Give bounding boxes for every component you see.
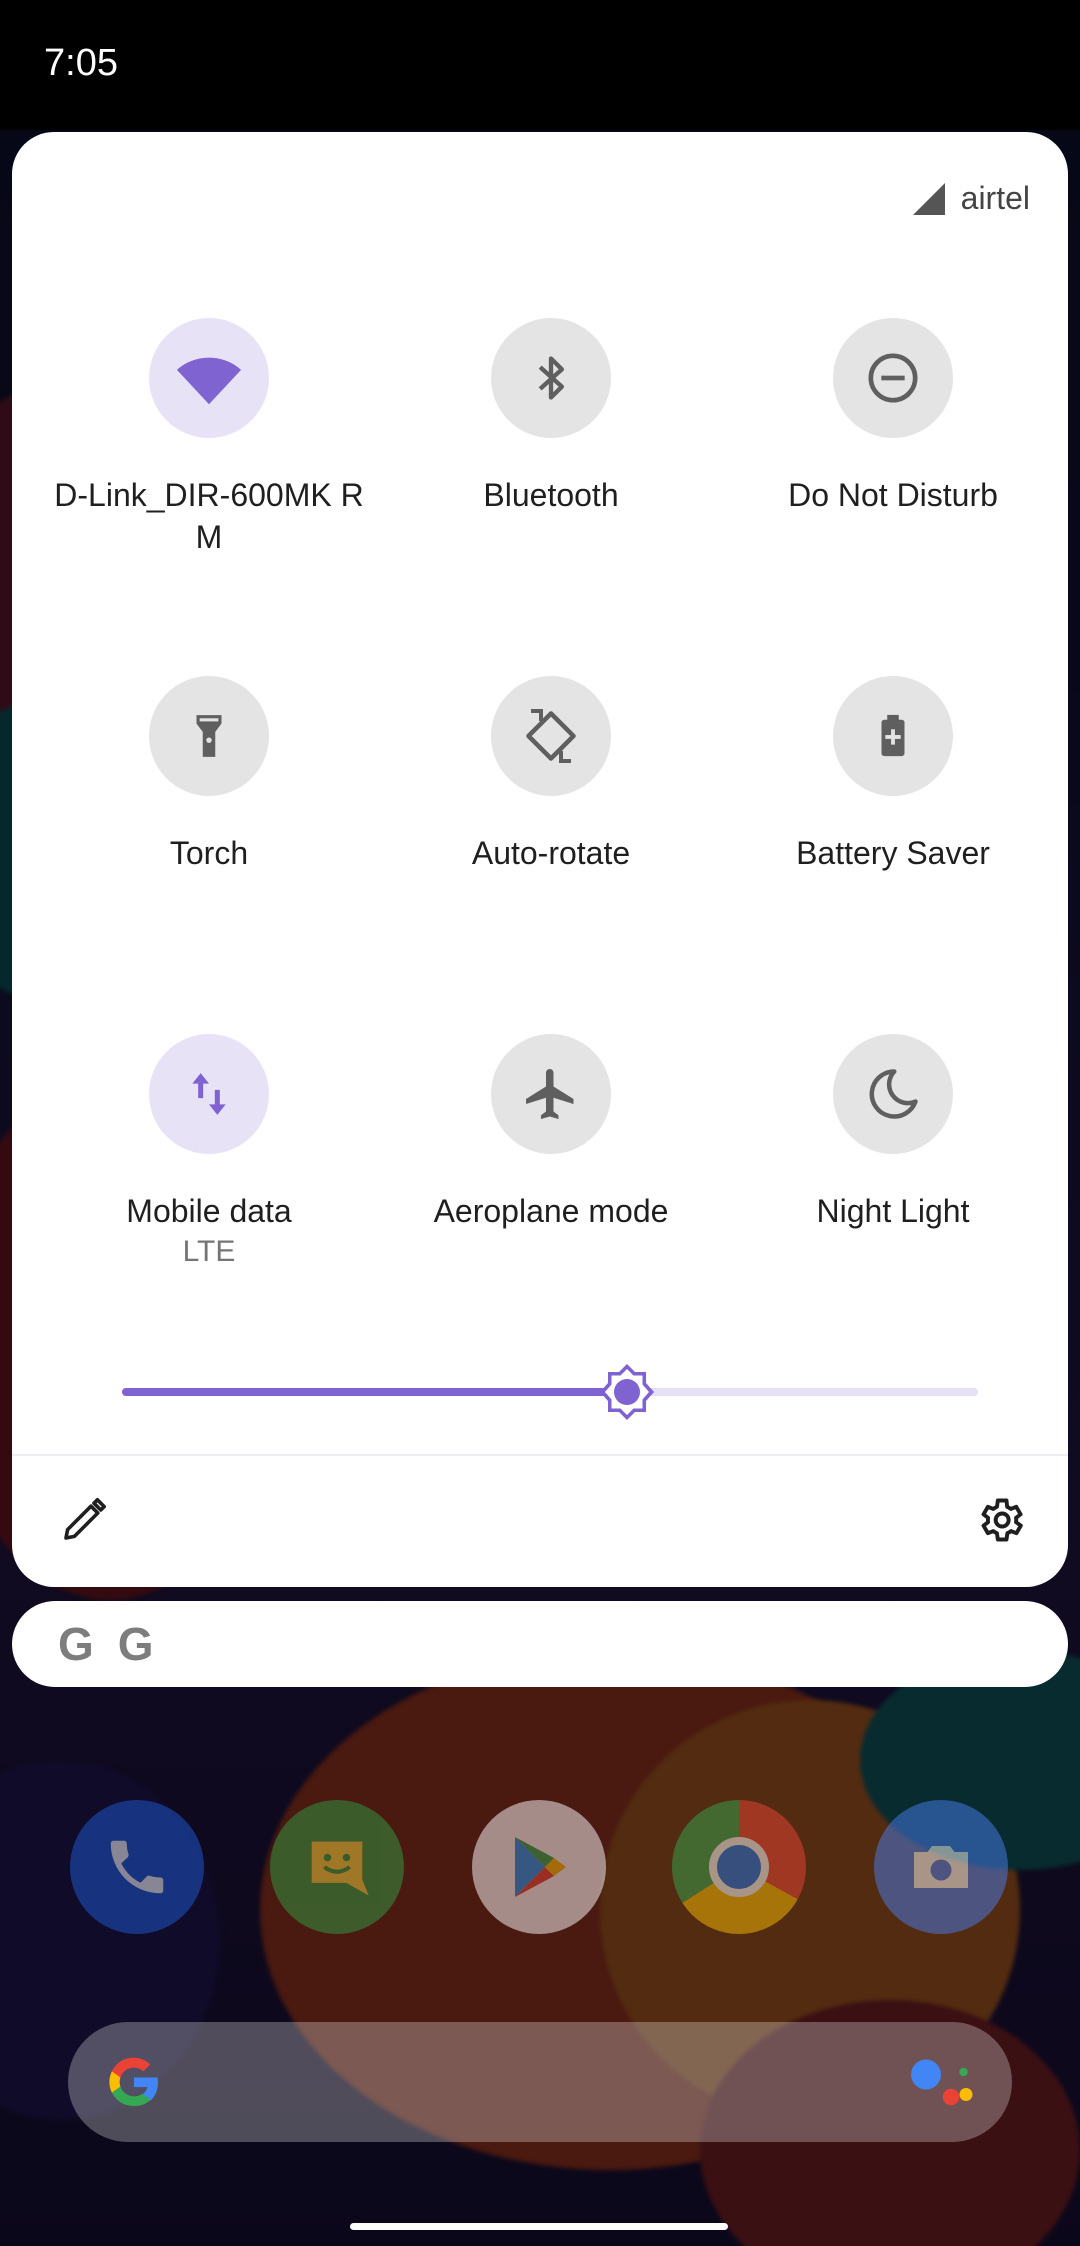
status-time: 7:05	[44, 42, 118, 84]
camera-icon[interactable]	[874, 1800, 1008, 1934]
bluetooth-icon[interactable]	[491, 318, 611, 438]
tile-wifi-label: D-Link_DIR-600MK RM	[54, 477, 364, 555]
tile-mobile-data[interactable]: Mobile data LTE	[38, 1034, 380, 1272]
tile-bluetooth[interactable]: Bluetooth	[380, 318, 722, 516]
search-bar[interactable]	[68, 2022, 1012, 2142]
edit-button[interactable]	[54, 1490, 114, 1550]
phone-icon[interactable]	[70, 1800, 204, 1934]
tile-aeroplane-label: Aeroplane mode	[433, 1193, 669, 1229]
carrier-indicator: airtel	[911, 180, 1030, 217]
tile-night-light-label: Night Light	[816, 1193, 970, 1229]
tile-night-light[interactable]: Night Light	[722, 1034, 1064, 1232]
pencil-icon[interactable]	[60, 1496, 108, 1544]
torch-icon[interactable]	[149, 676, 269, 796]
mobile-data-icon[interactable]	[149, 1034, 269, 1154]
tile-battery-saver-label: Battery Saver	[796, 835, 990, 871]
gesture-handle[interactable]	[350, 2223, 728, 2230]
signal-icon	[912, 182, 945, 215]
google-g-icon	[109, 2057, 158, 2107]
auto-rotate-icon[interactable]	[491, 676, 611, 796]
tile-do-not-disturb[interactable]: Do Not Disturb	[722, 318, 1064, 516]
wifi-icon[interactable]	[149, 318, 269, 438]
tile-mobile-data-sublabel: LTE	[182, 1235, 236, 1268]
airplane-icon[interactable]	[491, 1034, 611, 1154]
settings-button[interactable]	[970, 1490, 1030, 1550]
tile-auto-rotate[interactable]: Auto-rotate	[380, 676, 722, 874]
brightness-fill	[122, 1388, 628, 1396]
tile-dnd-label: Do Not Disturb	[788, 477, 998, 513]
tile-auto-rotate-label: Auto-rotate	[471, 835, 631, 871]
tile-mobile-data-label: Mobile data	[126, 1193, 292, 1229]
messages-icon[interactable]	[270, 1800, 404, 1934]
battery-saver-icon[interactable]	[833, 676, 953, 796]
panel-divider	[12, 1454, 1068, 1456]
night-light-icon[interactable]	[833, 1034, 953, 1154]
gear-icon[interactable]	[974, 1494, 1026, 1546]
quick-settings-panel: airtel D-Link_DIR-600MK RM Bluetooth Do …	[12, 132, 1068, 1587]
play-store-icon[interactable]	[472, 1800, 606, 1934]
chrome-icon[interactable]	[672, 1800, 806, 1934]
tile-bluetooth-label: Bluetooth	[483, 477, 619, 513]
do-not-disturb-icon[interactable]	[833, 318, 953, 438]
tile-battery-saver[interactable]: Battery Saver	[722, 676, 1064, 874]
google-search-widget[interactable]: G G	[12, 1601, 1068, 1687]
google-logo-letter: G	[117, 1618, 154, 1670]
tile-wifi[interactable]: D-Link_DIR-600MK RM	[38, 318, 380, 558]
tile-torch-label: Torch	[169, 835, 249, 871]
tile-aeroplane-mode[interactable]: Aeroplane mode	[380, 1034, 722, 1232]
assistant-icon[interactable]	[906, 2052, 976, 2112]
tile-torch[interactable]: Torch	[38, 676, 380, 874]
carrier-label: airtel	[960, 180, 1030, 216]
brightness-slider[interactable]	[110, 1362, 990, 1422]
status-bar: 7:05	[0, 0, 1080, 130]
google-logo-letter: G	[58, 1618, 94, 1670]
brightness-thumb[interactable]	[597, 1362, 657, 1422]
